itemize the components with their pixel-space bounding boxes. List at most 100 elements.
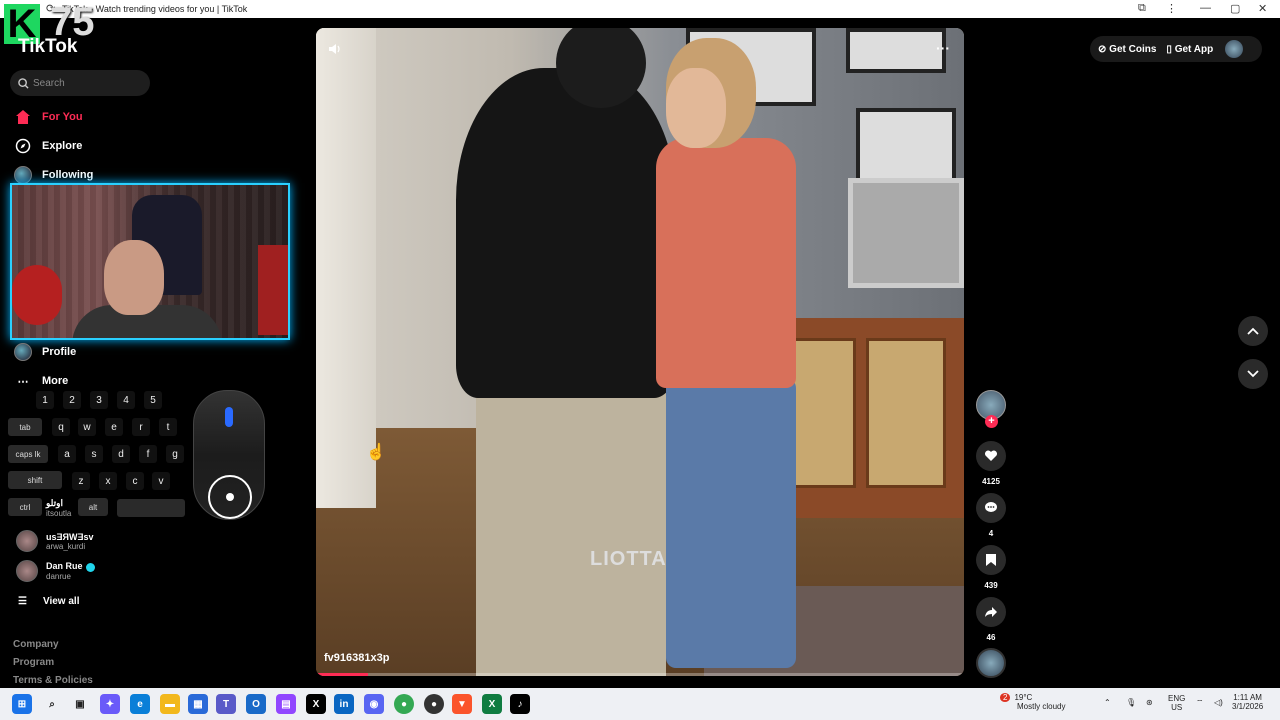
follow-plus-icon[interactable]: +	[985, 415, 998, 428]
brave-icon[interactable]: ▼	[452, 694, 472, 714]
following-account[interactable]: usƎЯWƎsv arwa_kurdi	[16, 530, 93, 552]
home-icon	[14, 108, 32, 126]
close-button[interactable]: ✕	[1258, 2, 1267, 15]
search-input[interactable]: Search	[10, 70, 150, 96]
verified-icon	[85, 562, 95, 572]
wall-frame	[856, 108, 956, 188]
windows-taskbar: ⊞ ⌕ ▣ ✦ e ▬ ▦ T O ▤ X in ◉ ● ● ▼ X ♪ 2 19…	[0, 688, 1280, 720]
video-username[interactable]: fv916381x3p	[324, 652, 389, 664]
video-progress-bar[interactable]	[316, 673, 964, 676]
key: x	[99, 472, 117, 490]
nav-label: For You	[42, 111, 83, 123]
footer-link-company[interactable]: Company	[13, 639, 59, 650]
profile-avatar	[14, 343, 32, 361]
copilot-icon[interactable]: ✦	[100, 694, 120, 714]
account-handle: itsoutla	[46, 509, 72, 518]
file-explorer-icon[interactable]: ▬	[160, 694, 180, 714]
footer-link-terms[interactable]: Terms & Policies	[13, 675, 93, 686]
linkedin-icon[interactable]: in	[334, 694, 354, 714]
extensions-icon[interactable]: ⧉	[1138, 2, 1146, 15]
video-more-icon[interactable]: ···	[936, 40, 950, 56]
nav-profile[interactable]: Profile	[14, 343, 76, 361]
tiktok-logo[interactable]: TikTok	[18, 36, 77, 58]
nav-more[interactable]: ⋯ More	[14, 372, 69, 390]
get-app-button[interactable]: ▯ Get App	[1166, 44, 1213, 55]
clock-time: 1:11 AM	[1233, 693, 1262, 702]
key: d	[112, 445, 130, 463]
chrome-dev-icon[interactable]: ●	[424, 694, 444, 714]
x-icon[interactable]: X	[306, 694, 326, 714]
excel-icon[interactable]: X	[482, 694, 502, 714]
weather-badge: 2	[1000, 693, 1011, 702]
get-coins-button[interactable]: ⊘ Get Coins	[1098, 44, 1156, 55]
volume-icon[interactable]	[328, 42, 342, 61]
save-action[interactable]: 439	[976, 545, 1006, 590]
following-account[interactable]: Dan Rue danrue	[16, 560, 95, 582]
share-icon[interactable]	[976, 597, 1006, 627]
comment-icon[interactable]	[976, 493, 1006, 523]
music-disc-avatar[interactable]	[976, 648, 1006, 678]
key-mod: caps lk	[8, 445, 48, 463]
chrome-icon[interactable]: ●	[394, 694, 414, 714]
windows-start-icon[interactable]: ⊞	[12, 694, 32, 714]
volume-tray-icon[interactable]: ◁)	[1214, 698, 1223, 707]
view-all-button[interactable]: ☰ View all	[18, 596, 79, 607]
task-view-icon[interactable]: ▣	[70, 694, 90, 714]
discord-icon[interactable]: ◉	[364, 694, 384, 714]
menu-icon[interactable]: ⋮	[1166, 2, 1177, 15]
share-count: 46	[986, 633, 996, 642]
outlook-icon[interactable]: O	[246, 694, 266, 714]
key: 1	[36, 391, 54, 409]
nav-label: More	[42, 375, 69, 387]
weather-widget[interactable]: 2 19°C Mostly cloudy	[1000, 693, 1065, 711]
mouse-overlay	[193, 390, 265, 520]
nav-explore[interactable]: Explore	[14, 137, 82, 155]
bookmark-icon[interactable]	[976, 545, 1006, 575]
next-video-button[interactable]	[1238, 359, 1268, 389]
teams-icon[interactable]: T	[216, 694, 236, 714]
key: 2	[63, 391, 81, 409]
key: 4	[117, 391, 135, 409]
edge-icon[interactable]: e	[130, 694, 150, 714]
user-avatar[interactable]	[1225, 40, 1244, 58]
region-code: US	[1171, 703, 1183, 712]
security-icon[interactable]: ⊛	[1146, 698, 1153, 707]
nav-for-you[interactable]: For You	[14, 108, 83, 126]
tray-chevron-icon[interactable]: ⌃	[1104, 698, 1111, 707]
coin-icon: ⊘	[1098, 43, 1107, 55]
twitch-icon[interactable]: ▤	[276, 694, 296, 714]
like-action[interactable]: 4125	[976, 441, 1006, 486]
key: s	[85, 445, 103, 463]
heart-icon[interactable]	[976, 441, 1006, 471]
key-mod: ctrl	[8, 498, 42, 516]
minimize-button[interactable]: —	[1200, 2, 1211, 14]
mouse-scroll-wheel	[225, 407, 233, 427]
tv	[848, 178, 964, 288]
account-handle: danrue	[46, 571, 71, 581]
like-count: 4125	[982, 477, 1000, 486]
maximize-button[interactable]: ▢	[1230, 2, 1240, 15]
wifi-icon[interactable]: ⌔	[1196, 698, 1204, 708]
footer-link-program[interactable]: Program	[13, 657, 54, 668]
video-player[interactable]: LIOTTA ··· fv916381x3p	[316, 28, 964, 676]
previous-video-button[interactable]	[1238, 316, 1268, 346]
video-progress-fill	[316, 673, 368, 676]
partial-account-label: اوتلو itsoutla	[46, 498, 71, 518]
store-icon[interactable]: ▦	[188, 694, 208, 714]
chevron-up-icon	[1247, 322, 1259, 340]
tiktok-taskbar-icon[interactable]: ♪	[510, 694, 530, 714]
share-action[interactable]: 46	[976, 597, 1006, 642]
comment-action[interactable]: 4	[976, 493, 1006, 538]
language-indicator[interactable]: ENG US	[1168, 694, 1185, 712]
top-right-actions: ⊘ Get Coins ▯ Get App	[1090, 36, 1262, 62]
nav-following[interactable]: Following	[14, 166, 93, 184]
key: c	[126, 472, 144, 490]
search-icon	[18, 77, 29, 89]
key: 5	[144, 391, 162, 409]
clock[interactable]: 1:11 AM 3/1/2026	[1232, 693, 1263, 711]
microphone-icon[interactable]: 🎙	[1126, 698, 1136, 707]
compass-icon	[14, 137, 32, 155]
key: e	[105, 418, 123, 436]
nav-label: Explore	[42, 140, 83, 152]
taskbar-search-icon[interactable]: ⌕	[42, 694, 62, 714]
